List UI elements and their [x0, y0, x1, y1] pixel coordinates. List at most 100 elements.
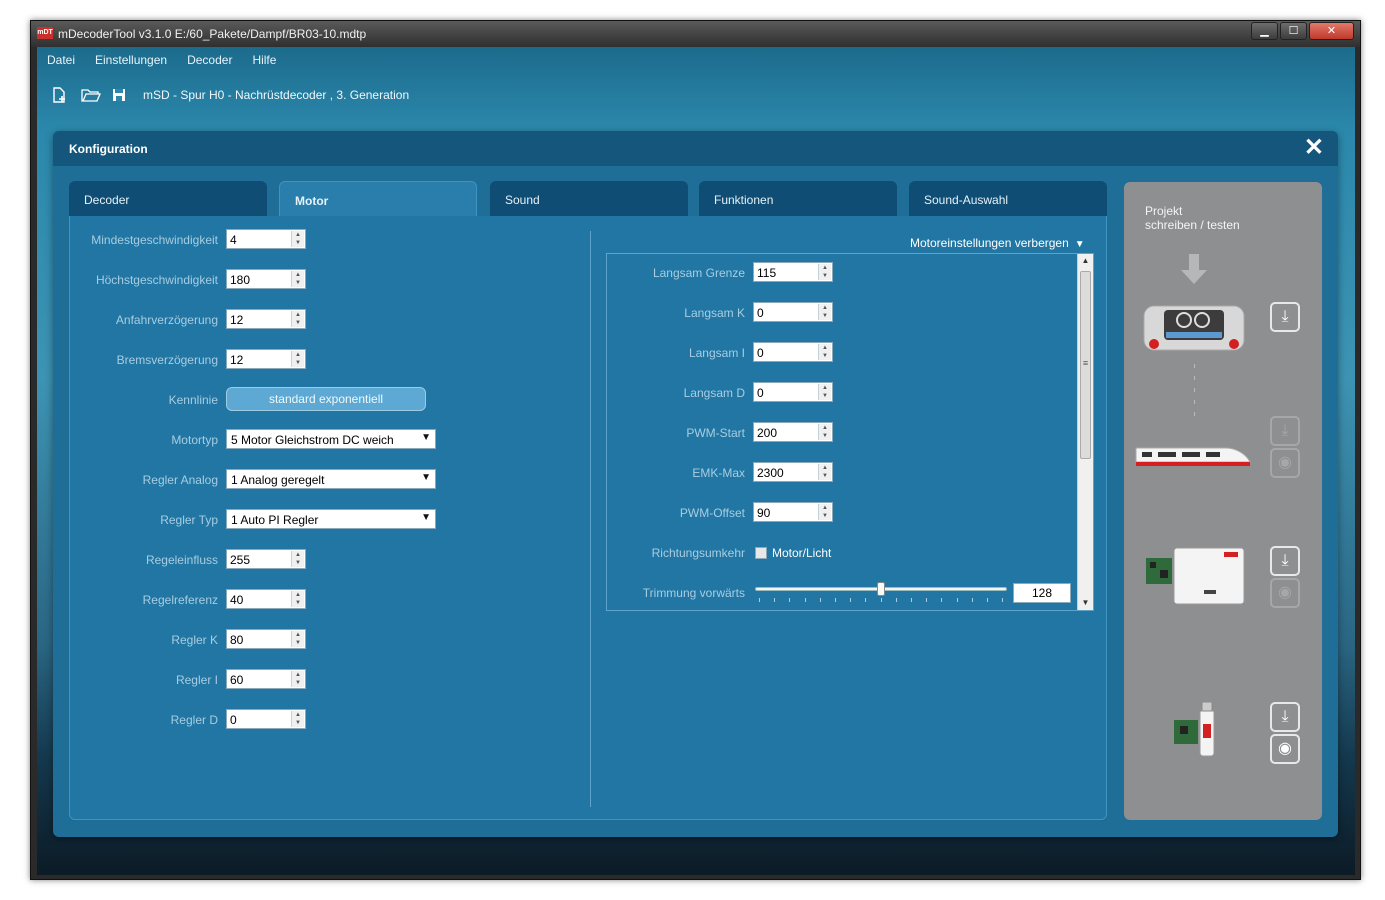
spin-value: 2300: [757, 466, 784, 480]
hoechstgeschwindigkeit-input[interactable]: 180 ▲ ▼: [226, 269, 306, 289]
download-icon[interactable]: ⤓: [1270, 546, 1300, 576]
client-area: Datei Einstellungen Decoder Hilfe mSD - …: [37, 47, 1355, 875]
motortyp-select[interactable]: 5 Motor Gleichstrom DC weich ▼: [226, 429, 436, 449]
anfahrverzoegerung-input[interactable]: 12 ▲ ▼: [226, 309, 306, 329]
langsam-d-input[interactable]: 0 ▲ ▼: [753, 382, 833, 402]
regler-i-input[interactable]: 60 ▲ ▼: [226, 669, 306, 689]
field-row: Kennlinie: [70, 389, 218, 411]
tab-motor[interactable]: Motor: [279, 181, 477, 218]
spin-arrows-icon[interactable]: ▲ ▼: [818, 264, 831, 280]
regler-analog-select[interactable]: 1 Analog geregelt ▼: [226, 469, 436, 489]
menu-einstellungen[interactable]: Einstellungen: [89, 47, 181, 73]
tab-sound-auswahl[interactable]: Sound-Auswahl: [909, 181, 1107, 217]
spin-arrows-icon[interactable]: ▲ ▼: [818, 384, 831, 400]
project-write-test-panel: Projekt schreiben / testen ⤓ ⤓ ◉ ⤓ ◉ ⤓ ◉: [1124, 182, 1322, 820]
regelreferenz-input[interactable]: 40 ▲ ▼: [226, 589, 306, 609]
scroll-up-icon[interactable]: ▲: [1078, 254, 1093, 268]
central-station-device[interactable]: [1140, 298, 1248, 360]
minimize-button[interactable]: ▁: [1251, 22, 1278, 40]
spin-arrows-icon[interactable]: ▲ ▼: [291, 671, 304, 687]
tab-funktionen[interactable]: Funktionen: [699, 181, 897, 217]
field-row: Regler D: [70, 709, 218, 731]
connector-line: [1194, 364, 1195, 424]
eye-icon[interactable]: ◉: [1270, 448, 1300, 478]
langsam-k-input[interactable]: 0 ▲ ▼: [753, 302, 833, 322]
spin-arrows-icon[interactable]: ▲ ▼: [818, 344, 831, 360]
spin-arrows-icon[interactable]: ▲ ▼: [291, 631, 304, 647]
usb-stick-device[interactable]: [1172, 701, 1222, 760]
regler-d-input[interactable]: 0 ▲ ▼: [226, 709, 306, 729]
close-panel-icon[interactable]: ✕: [1304, 136, 1324, 160]
spin-arrows-icon[interactable]: ▲ ▼: [291, 311, 304, 327]
kennlinie-button[interactable]: standard exponentiell: [226, 387, 426, 411]
spin-arrows-icon[interactable]: ▲ ▼: [291, 351, 304, 367]
slider-tick: [895, 598, 897, 602]
slider-tick: [880, 598, 882, 602]
field-label: Langsam K: [684, 306, 745, 320]
spin-value: 255: [230, 553, 251, 567]
richtungsumkehr-label: Richtungsumkehr: [651, 546, 745, 560]
bremsverzoegerung-input[interactable]: 12 ▲ ▼: [226, 349, 306, 369]
download-icon[interactable]: ⤓: [1270, 416, 1300, 446]
regler-typ-select[interactable]: 1 Auto PI Regler ▼: [226, 509, 436, 529]
new-file-icon[interactable]: [51, 87, 67, 103]
field-label: Regeleinfluss: [145, 553, 218, 567]
eye-icon[interactable]: ◉: [1270, 734, 1300, 764]
motor-licht-checkbox[interactable]: [755, 547, 767, 559]
spin-arrows-icon[interactable]: ▲ ▼: [291, 551, 304, 567]
open-folder-icon[interactable]: [81, 87, 101, 103]
spin-arrows-icon[interactable]: ▲ ▼: [818, 424, 831, 440]
kennlinie-label: Kennlinie: [168, 393, 218, 407]
spin-arrows-icon[interactable]: ▲ ▼: [818, 464, 831, 480]
spin-arrows-icon[interactable]: ▲ ▼: [818, 504, 831, 520]
emk-max-input[interactable]: 2300 ▲ ▼: [753, 462, 833, 482]
ice-train-device[interactable]: [1134, 440, 1252, 474]
pwm-start-input[interactable]: 200 ▲ ▼: [753, 422, 833, 442]
spin-arrows-icon[interactable]: ▲ ▼: [291, 591, 304, 607]
motoreinstellungen-toggle[interactable]: Motoreinstellungen verbergen ▼: [910, 236, 1085, 250]
field-row: Regeleinfluss: [70, 549, 218, 571]
close-window-button[interactable]: ✕: [1309, 22, 1354, 40]
langsam-grenze-input[interactable]: 115 ▲ ▼: [753, 262, 833, 282]
spin-arrows-icon[interactable]: ▲ ▼: [818, 304, 831, 320]
spin-value: 12: [230, 353, 244, 367]
mindestgeschwindigkeit-input[interactable]: 4 ▲ ▼: [226, 229, 306, 249]
slider-tick: [1002, 598, 1004, 602]
trimmung-slider-thumb[interactable]: [877, 582, 886, 596]
tab-sound[interactable]: Sound: [490, 181, 688, 217]
tab-decoder[interactable]: Decoder: [69, 181, 267, 217]
download-icon[interactable]: ⤓: [1270, 702, 1300, 732]
spin-value: 90: [757, 506, 771, 520]
eye-icon[interactable]: ◉: [1270, 578, 1300, 608]
field-label: Anfahrverzögerung: [115, 313, 218, 327]
slider-tick: [819, 598, 821, 602]
field-row: PWM-Start: [607, 422, 745, 444]
regeleinfluss-input[interactable]: 255 ▲ ▼: [226, 549, 306, 569]
maximize-button[interactable]: ☐: [1280, 22, 1307, 40]
field-label: Langsam Grenze: [652, 266, 745, 280]
spin-arrows-icon[interactable]: ▲ ▼: [291, 231, 304, 247]
spin-arrows-icon[interactable]: ▲ ▼: [291, 271, 304, 287]
menu-decoder[interactable]: Decoder: [181, 47, 246, 73]
pwm-offset-input[interactable]: 90 ▲ ▼: [753, 502, 833, 522]
spin-value: 200: [757, 426, 778, 440]
regler-k-input[interactable]: 80 ▲ ▼: [226, 629, 306, 649]
toggle-label: Motoreinstellungen verbergen: [910, 236, 1069, 250]
field-row: Motortyp: [70, 429, 218, 451]
app-window: mDT mDecoderTool v3.1.0 E:/60_Pakete/Dam…: [30, 20, 1361, 880]
download-icon[interactable]: ⤓: [1270, 302, 1300, 332]
trimmung-value-field[interactable]: 128: [1013, 583, 1071, 603]
field-row: PWM-Offset: [607, 502, 745, 524]
scroll-grip-icon: ≡: [1082, 358, 1089, 368]
advanced-scrollbar[interactable]: ▲ ≡ ▼: [1077, 254, 1093, 610]
langsam-i-input[interactable]: 0 ▲ ▼: [753, 342, 833, 362]
spin-value: 180: [230, 273, 251, 287]
programmer-box-device[interactable]: [1144, 546, 1248, 608]
scroll-down-icon[interactable]: ▼: [1078, 596, 1093, 610]
save-icon[interactable]: [111, 87, 127, 103]
menu-datei[interactable]: Datei: [41, 47, 89, 73]
menu-hilfe[interactable]: Hilfe: [246, 47, 290, 73]
panel-title: Konfiguration: [69, 142, 148, 156]
spin-arrows-icon[interactable]: ▲ ▼: [291, 711, 304, 727]
slider-tick: [971, 598, 973, 602]
